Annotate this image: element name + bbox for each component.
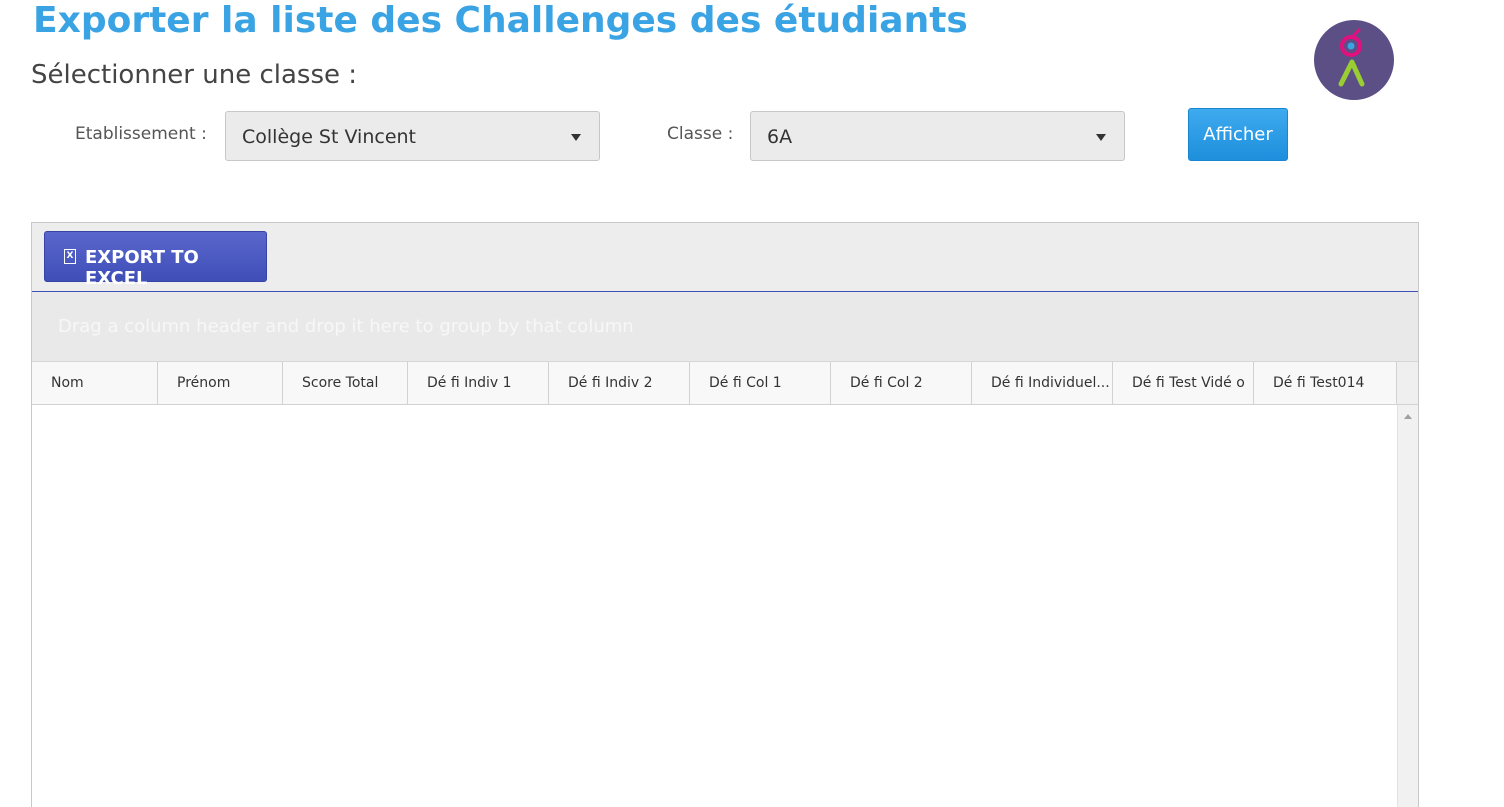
excel-icon: X: [64, 249, 76, 264]
classe-label: Classe :: [667, 124, 734, 144]
etablissement-selected-value: Collège St Vincent: [242, 126, 417, 148]
column-header-defi-test-video[interactable]: Dé fi Test Vidé o: [1113, 362, 1254, 404]
column-header-defi-individuel[interactable]: Dé fi Individuel...: [972, 362, 1113, 404]
etablissement-select[interactable]: Collège St Vincent: [225, 111, 600, 161]
column-header-defi-col-2[interactable]: Dé fi Col 2: [831, 362, 972, 404]
vertical-scrollbar[interactable]: [1397, 405, 1418, 807]
column-header-defi-test014[interactable]: Dé fi Test014: [1254, 362, 1397, 404]
scroll-up-icon[interactable]: [1404, 414, 1412, 419]
group-by-drop-zone[interactable]: Drag a column header and drop it here to…: [32, 292, 1418, 362]
column-header-defi-indiv-2[interactable]: Dé fi Indiv 2: [549, 362, 690, 404]
grid-header-row: Nom Prénom Score Total Dé fi Indiv 1 Dé …: [32, 362, 1418, 405]
column-header-nom[interactable]: Nom: [32, 362, 158, 404]
chevron-down-icon: [1096, 134, 1106, 141]
user-avatar[interactable]: [1314, 20, 1394, 100]
grid-toolbar: X EXPORT TO EXCEL: [32, 223, 1418, 292]
column-header-prenom[interactable]: Prénom: [158, 362, 283, 404]
column-header-defi-col-1[interactable]: Dé fi Col 1: [690, 362, 831, 404]
avatar-logo-icon: [1338, 28, 1365, 87]
page-subtitle: Sélectionner une classe :: [31, 60, 358, 90]
chevron-down-icon: [571, 134, 581, 141]
page-title: Exporter la liste des Challenges des étu…: [33, 0, 968, 41]
group-by-hint: Drag a column header and drop it here to…: [58, 316, 634, 337]
page: Exporter la liste des Challenges des étu…: [0, 0, 1504, 807]
grid-body: [32, 405, 1418, 807]
classe-select[interactable]: 6A: [750, 111, 1125, 161]
column-header-score-total[interactable]: Score Total: [283, 362, 408, 404]
export-button-label: EXPORT TO EXCEL: [85, 247, 199, 289]
export-to-excel-button[interactable]: X EXPORT TO EXCEL: [44, 231, 267, 289]
column-header-defi-indiv-1[interactable]: Dé fi Indiv 1: [408, 362, 549, 404]
afficher-button[interactable]: Afficher: [1188, 108, 1288, 161]
classe-selected-value: 6A: [767, 126, 793, 148]
challenges-grid: X EXPORT TO EXCEL Drag a column header a…: [31, 222, 1419, 807]
etablissement-label: Etablissement :: [75, 124, 207, 144]
header-scrollbar-spacer: [1397, 362, 1418, 404]
